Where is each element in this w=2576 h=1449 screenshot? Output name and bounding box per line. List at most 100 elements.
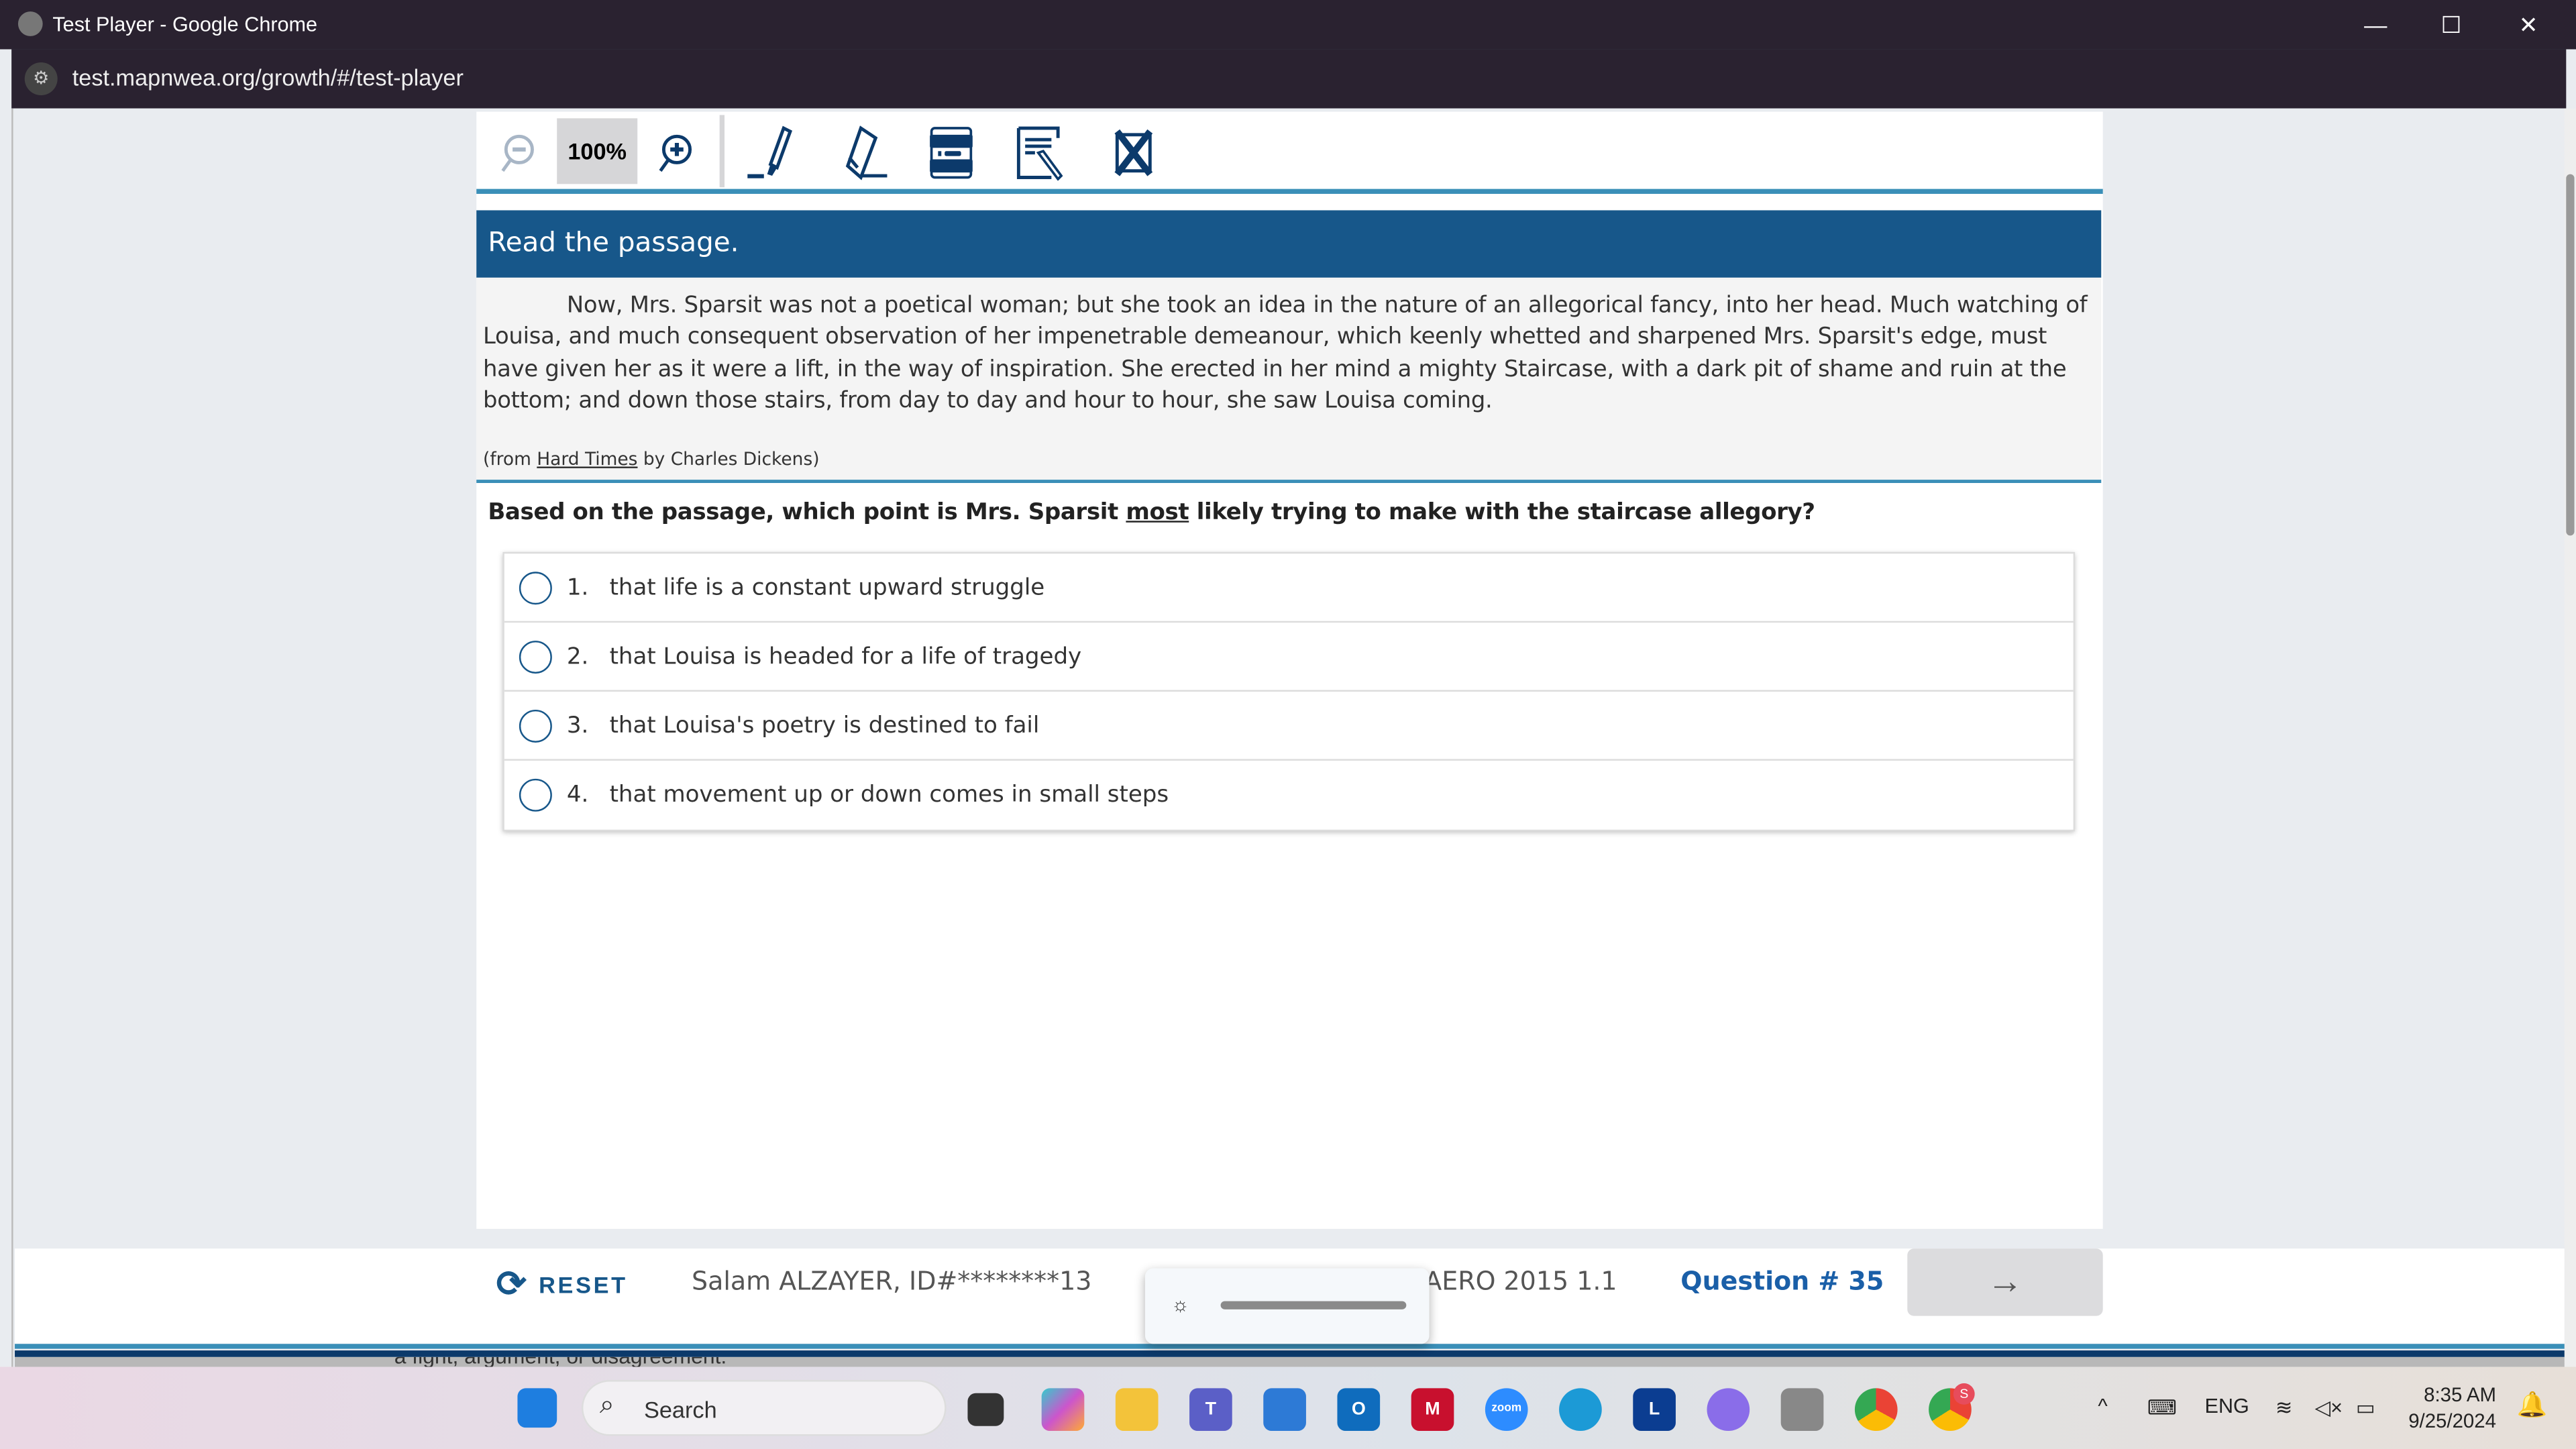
option-text: that movement up or down comes in small … [609, 782, 1169, 808]
refresh-icon: ⟳ [496, 1263, 529, 1305]
question-text-end: likely trying to make with the staircase… [1189, 499, 1815, 526]
radio-button[interactable] [519, 778, 552, 812]
highlighter-button[interactable] [735, 121, 810, 184]
answer-option-2[interactable]: 2. that Louisa is headed for a life of tr… [504, 623, 2074, 692]
notepad-icon [1016, 126, 1063, 181]
brightness-icon: ☼ [1171, 1293, 1190, 1316]
teams-icon[interactable]: T [1189, 1388, 1232, 1432]
radio-button[interactable] [519, 571, 552, 604]
question-stem: Based on the passage, which point is Mrs… [488, 499, 1815, 525]
footer-divider [15, 1344, 2565, 1349]
question-number: Question # 35 [1680, 1267, 1884, 1297]
taskbar-search[interactable]: ⌕ Search [581, 1380, 947, 1436]
question-text: Based on the passage, which point is Mrs… [488, 499, 1126, 526]
answer-options: 1. that life is a constant upward struggl… [502, 551, 2076, 832]
passage-citation: (from Hard Times by Charles Dickens) [483, 449, 820, 470]
brightness-popup: ☼ [1144, 1268, 1430, 1344]
keyboard-icon[interactable]: ⌨ [2147, 1395, 2177, 1419]
url-text[interactable]: test.mapnwea.org/growth/#/test-player [72, 64, 464, 91]
answer-eliminator-button[interactable] [1095, 121, 1171, 184]
wifi-icon[interactable]: ≋ [2275, 1395, 2293, 1419]
zoom-out-icon [501, 134, 534, 172]
zoom-out-button[interactable] [480, 121, 555, 184]
reset-button[interactable]: ⟳ RESET [496, 1263, 628, 1306]
zoom-icon[interactable]: zoom [1485, 1388, 1528, 1432]
background-text: a fight, argument, or disagreement. [394, 1357, 727, 1367]
passage-header: Read the passage. [476, 210, 2102, 278]
toolbar: 100% [476, 112, 2103, 194]
minimize-button[interactable]: — [2351, 7, 2400, 43]
scrollbar-thumb[interactable] [2566, 174, 2575, 536]
calculator-icon[interactable] [1780, 1388, 1824, 1432]
toolbar-divider [719, 115, 725, 188]
answer-option-4[interactable]: 4. that movement up or down comes in smal… [504, 761, 2074, 830]
mcafee-icon[interactable]: M [1411, 1388, 1454, 1432]
app-icon[interactable] [1707, 1388, 1750, 1432]
option-number: 2. [566, 643, 589, 669]
citation-prefix: (from [483, 448, 537, 470]
passage-text: Now, Mrs. Sparsit was not a poetical wom… [483, 292, 2088, 415]
eraser-icon [845, 125, 888, 180]
answer-eliminator-icon [1114, 129, 1153, 176]
language-indicator[interactable]: ENG [2205, 1395, 2249, 1417]
test-name: AERO 2015 1.1 [1424, 1267, 1617, 1297]
option-text: that life is a constant upward struggle [609, 574, 1045, 601]
outlook-icon[interactable]: O [1337, 1388, 1381, 1432]
citation-suffix: by Charles Dickens) [637, 448, 820, 470]
radio-button[interactable] [519, 708, 552, 742]
search-label: Search [644, 1396, 717, 1423]
copilot-icon[interactable] [1041, 1388, 1085, 1432]
zoom-in-icon [659, 134, 692, 172]
notification-badge: S [1953, 1383, 1975, 1405]
background-page-strip: a fight, argument, or disagreement. [15, 1356, 2565, 1367]
l-app-icon[interactable]: L [1633, 1388, 1676, 1432]
highlighter-icon [747, 125, 793, 178]
site-info-icon[interactable]: ⚙ [24, 62, 58, 96]
option-text: that Louisa's poetry is destined to fail [609, 712, 1040, 739]
time: 8:35 AM [2424, 1383, 2496, 1407]
question-emphasis: most [1126, 499, 1189, 526]
scrollbar[interactable] [2564, 108, 2576, 1367]
citation-title-link[interactable]: Hard Times [537, 449, 637, 470]
notepad-button[interactable] [1004, 121, 1079, 184]
option-number: 1. [566, 574, 589, 601]
answer-option-1[interactable]: 1. that life is a constant upward struggl… [504, 553, 2074, 623]
volume-muted-icon[interactable]: ◁× [2315, 1395, 2343, 1419]
option-number: 4. [566, 782, 589, 808]
option-text: that Louisa is headed for a life of trag… [609, 643, 1082, 669]
edge-icon[interactable] [1559, 1388, 1602, 1432]
title-bar: Test Player - Google Chrome — ☐ ✕ [0, 0, 2576, 50]
maximize-button[interactable]: ☐ [2426, 7, 2475, 43]
battery-icon[interactable]: ▭ [2356, 1395, 2375, 1419]
close-button[interactable]: ✕ [2504, 7, 2553, 43]
next-button[interactable]: → [1907, 1248, 2103, 1316]
taskbar: ⌕ Search T O M zoom L S ^ ⌨ ENG ≋ ◁× ▭ 8:… [0, 1366, 2576, 1449]
window-title: Test Player - Google Chrome [52, 13, 318, 36]
search-icon: ⌕ [599, 1391, 614, 1419]
footer-divider-dark [15, 1350, 2565, 1357]
radio-button[interactable] [519, 639, 552, 673]
zoom-level: 100% [557, 118, 638, 184]
store-icon[interactable] [1263, 1388, 1306, 1432]
chrome-taskbar-icon[interactable] [1854, 1388, 1898, 1432]
student-name: Salam ALZAYER, ID#********13 [692, 1267, 1092, 1297]
answer-option-3[interactable]: 3. that Louisa's poetry is destined to fa… [504, 692, 2074, 761]
line-reader-icon [930, 127, 973, 179]
brightness-slider[interactable] [1220, 1301, 1407, 1309]
zoom-in-button[interactable] [637, 121, 713, 184]
line-reader-button[interactable] [914, 121, 989, 184]
chevron-up-icon[interactable]: ^ [2098, 1395, 2107, 1417]
clock[interactable]: 8:35 AM 9/25/2024 [2408, 1382, 2496, 1434]
address-bar[interactable]: ⚙ test.mapnwea.org/growth/#/test-player [11, 49, 2567, 109]
notification-bell-icon[interactable]: 🔔 [2517, 1390, 2548, 1419]
option-number: 3. [566, 712, 589, 739]
eraser-button[interactable] [824, 121, 900, 184]
task-view-icon[interactable] [967, 1393, 1004, 1426]
test-page: 100% Read the passage. Now, Mrs. Sparsit… [476, 111, 2103, 1229]
reset-label: RESET [539, 1271, 628, 1298]
date: 9/25/2024 [2408, 1409, 2496, 1433]
passage-body: Now, Mrs. Sparsit was not a poetical wom… [476, 277, 2102, 484]
chrome-icon [17, 11, 43, 36]
file-explorer-icon[interactable] [1115, 1388, 1159, 1432]
start-icon[interactable] [517, 1388, 557, 1428]
